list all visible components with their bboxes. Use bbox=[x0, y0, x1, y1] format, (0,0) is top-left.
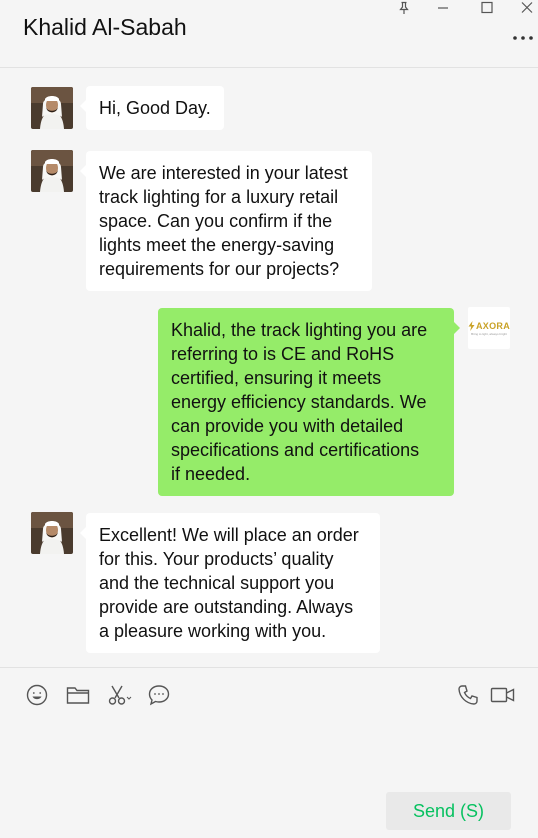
maximize-icon[interactable] bbox=[477, 0, 497, 16]
brand-tagline: Bring to light, always bright bbox=[471, 331, 507, 336]
folder-icon[interactable] bbox=[66, 684, 90, 706]
emoji-icon[interactable] bbox=[25, 684, 49, 706]
minimize-icon[interactable] bbox=[433, 0, 453, 16]
phone-icon[interactable] bbox=[456, 684, 480, 706]
message-bubble[interactable]: We are interested in your latest track l… bbox=[80, 151, 372, 291]
contact-avatar[interactable] bbox=[31, 87, 73, 129]
chat-bubble-icon[interactable] bbox=[147, 684, 171, 706]
video-call-icon[interactable] bbox=[490, 684, 516, 706]
message-input[interactable] bbox=[20, 716, 518, 784]
more-icon[interactable] bbox=[511, 28, 535, 48]
brand-name: AXORA bbox=[476, 320, 511, 331]
contact-avatar[interactable] bbox=[31, 150, 73, 192]
scissors-icon[interactable] bbox=[106, 684, 132, 706]
self-avatar[interactable]: AXORA Bring to light, always bright bbox=[468, 307, 510, 349]
lightning-icon bbox=[468, 320, 475, 331]
close-icon[interactable] bbox=[517, 0, 537, 16]
composer-divider bbox=[0, 667, 538, 668]
chat-header: Khalid Al-Sabah bbox=[0, 0, 538, 68]
message-bubble[interactable]: Hi, Good Day. bbox=[80, 86, 224, 130]
send-button[interactable]: Send (S) bbox=[386, 792, 511, 830]
message-bubble[interactable]: Excellent! We will place an order for th… bbox=[80, 513, 380, 653]
pin-icon[interactable] bbox=[394, 0, 414, 16]
contact-avatar[interactable] bbox=[31, 512, 73, 554]
message-bubble[interactable]: Khalid, the track lighting you are refer… bbox=[158, 308, 460, 496]
chat-title: Khalid Al-Sabah bbox=[23, 14, 187, 40]
